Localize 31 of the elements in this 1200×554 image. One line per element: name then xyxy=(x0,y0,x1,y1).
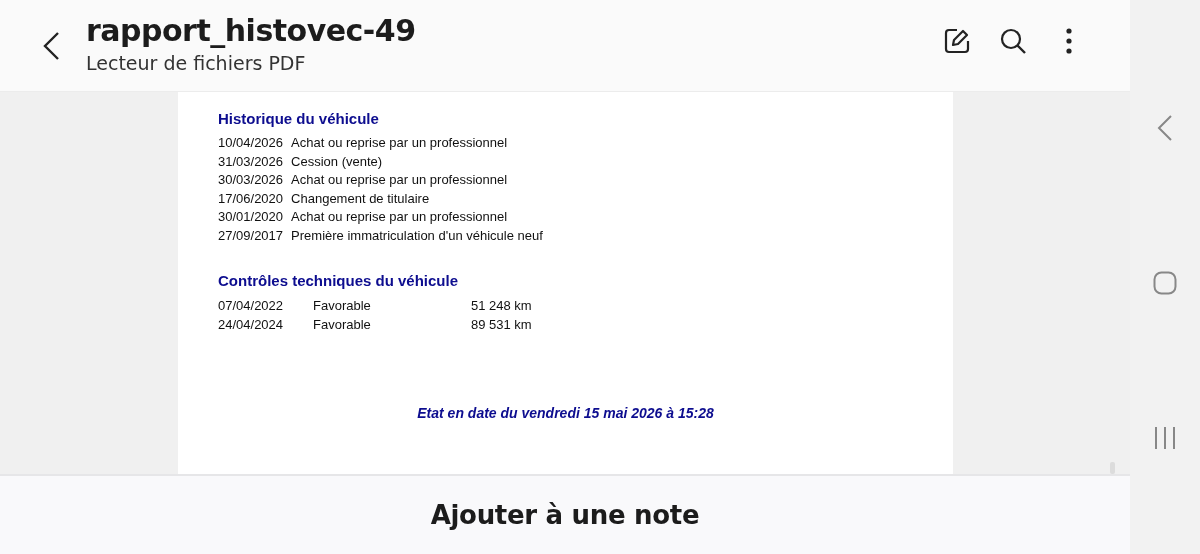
inspection-date: 24/04/2024 xyxy=(218,316,285,334)
search-icon xyxy=(999,26,1027,55)
pencil-square-icon xyxy=(943,26,971,55)
event-date: 31/03/2026 xyxy=(218,153,284,171)
section-heading: Contrôles techniques du véhicule xyxy=(218,272,460,289)
section-heading: Historique du véhicule xyxy=(218,110,380,127)
recents-icon xyxy=(1154,426,1176,450)
event-date: 30/03/2026 xyxy=(218,172,284,189)
inspection-mileage: 89 531 km xyxy=(471,316,533,334)
inspection-mileage: 51 248 km xyxy=(471,298,533,315)
inspection-result: Favorable xyxy=(313,298,372,315)
event-date: 10/04/2026 xyxy=(218,135,284,152)
document-title: rapport_histovec-49 xyxy=(86,13,417,48)
inspection-result: Favorable xyxy=(313,316,372,334)
event-description: Achat ou reprise par un professionnel xyxy=(291,135,508,152)
event-description: Achat ou reprise par un professionnel xyxy=(291,172,508,189)
add-to-note-button[interactable]: Ajouter à une note xyxy=(410,487,720,543)
event-description: Cession (vente) xyxy=(291,153,383,171)
event-date: 30/01/2020 xyxy=(218,209,284,226)
event-description: Première immatriculation d'un véhicule neuf xyxy=(291,227,543,245)
inspection-date: 07/04/2022 xyxy=(218,298,285,315)
event-description: Changement de titulaire xyxy=(291,190,430,208)
report-date: Etat en date du vendredi 15 mai 2026 à 15:28 xyxy=(417,405,714,421)
home-icon xyxy=(1153,271,1177,295)
event-date: 17/06/2020 xyxy=(218,190,284,208)
event-description: Achat ou reprise par un professionnel xyxy=(291,209,508,226)
more-icon xyxy=(1066,27,1072,54)
event-date: 27/09/2017 xyxy=(218,227,284,245)
back-icon xyxy=(42,30,62,61)
back-icon xyxy=(1156,114,1174,142)
app-subtitle: Lecteur de fichiers PDF xyxy=(86,52,307,74)
